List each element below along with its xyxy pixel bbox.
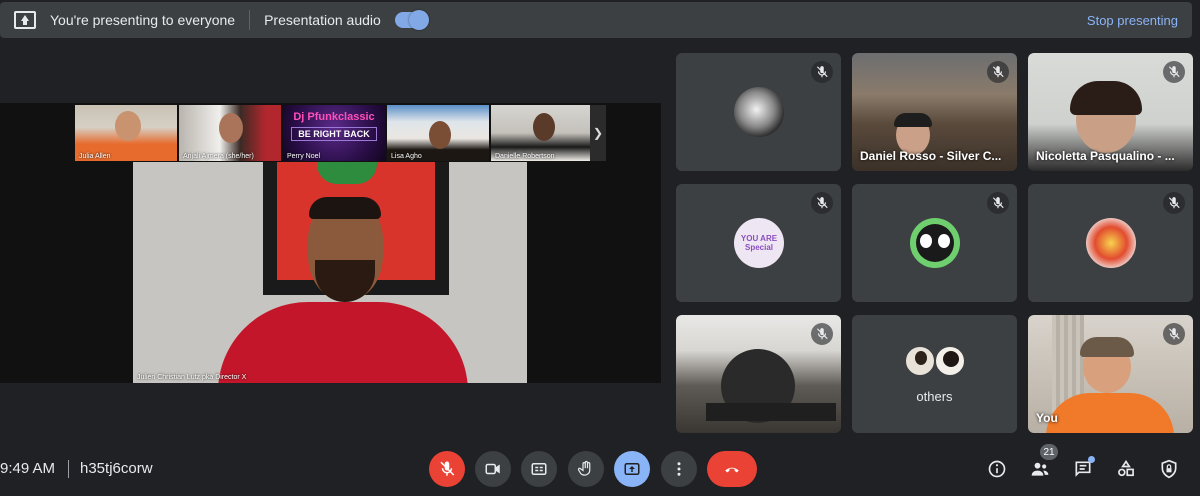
speaker-hair (309, 197, 381, 219)
presentation-audio-label: Presentation audio (264, 12, 381, 28)
participant-face (115, 111, 141, 141)
avatar-eye (920, 234, 932, 248)
raise-hand-icon (577, 460, 591, 476)
mic-off-icon (987, 61, 1009, 83)
main-speaker-video: Julien Christian Lutz pka Director X (133, 162, 527, 383)
participant-hair (1080, 337, 1134, 357)
more-options-button[interactable] (661, 451, 697, 487)
participant-avatar (734, 87, 784, 137)
bottom-divider (68, 460, 69, 478)
thumbnail-next-button[interactable]: ❯ (590, 105, 606, 161)
speaker-body (218, 302, 468, 383)
thumbnail-title: Dj Pfunkclassic (293, 111, 375, 123)
others-tile[interactable]: others (852, 315, 1017, 433)
participant-name: Nicoletta Pasqualino - ... (1036, 149, 1175, 163)
thumbnail-name: Perry Noel (287, 153, 321, 160)
participant-tile[interactable]: YOU ARE Special (676, 184, 841, 302)
shield-lock-icon (1161, 459, 1177, 479)
headphones (894, 113, 932, 127)
camera-toggle-button[interactable] (475, 451, 511, 487)
meeting-code: h35tj6corw (80, 460, 153, 477)
participant-hair (1070, 81, 1142, 115)
activities-button[interactable] (1114, 457, 1138, 481)
present-screen-icon (14, 11, 36, 29)
raise-hand-button[interactable] (568, 451, 604, 487)
presentation-thumbnail-strip: Julia Allen Anjali Ajmera (she/her) Dj P… (75, 105, 593, 161)
present-screen-icon (624, 463, 640, 475)
presentation-thumbnail: Lisa Agho (387, 105, 489, 161)
presentation-thumbnail: Danielle Robertson (491, 105, 593, 161)
bottom-control-bar: 9:49 AM h35tj6corw 21 (0, 440, 1200, 496)
meeting-details-button[interactable] (985, 457, 1009, 481)
mic-off-icon (811, 323, 833, 345)
mic-off-icon (811, 192, 833, 214)
artwork-green (317, 162, 377, 184)
participant-face (429, 121, 451, 149)
participant-avatar (904, 345, 936, 377)
main-speaker-name: Julien Christian Lutz pka Director X (137, 374, 247, 381)
avatar-text: YOU ARE Special (740, 234, 778, 252)
participant-avatar (934, 345, 966, 377)
participant-name: Daniel Rosso - Silver C... (860, 149, 1002, 163)
thumbnail-name: Anjali Ajmera (she/her) (183, 153, 254, 160)
shared-screen: Julia Allen Anjali Ajmera (she/her) Dj P… (0, 103, 661, 383)
stop-presenting-button[interactable]: Stop presenting (1087, 13, 1178, 28)
participant-tile[interactable]: Daniel Rosso - Silver C... (852, 53, 1017, 171)
host-controls-button[interactable] (1157, 457, 1181, 481)
thumbnail-name: Danielle Robertson (495, 153, 555, 160)
participant-face (533, 113, 555, 141)
avatar-head (943, 351, 959, 367)
mic-off-icon (811, 61, 833, 83)
mic-off-icon (1163, 61, 1185, 83)
avatar-head (915, 351, 927, 365)
captions-icon (531, 463, 547, 475)
participant-name: You (1036, 411, 1058, 425)
redaction-bar (706, 403, 836, 421)
thumbnail-subtitle: BE RIGHT BACK (291, 127, 377, 141)
leave-call-button[interactable] (707, 451, 757, 487)
chevron-right-icon: ❯ (592, 126, 604, 140)
presenting-banner: You're presenting to everyone Presentati… (0, 2, 1192, 38)
mic-off-icon (1163, 192, 1185, 214)
banner-divider (249, 10, 251, 30)
avatar-eye (938, 234, 950, 248)
captions-button[interactable] (521, 451, 557, 487)
hang-up-icon (725, 467, 739, 473)
presentation-audio-toggle[interactable] (394, 10, 429, 30)
participant-tile[interactable] (676, 53, 841, 171)
presentation-thumbnail: Julia Allen (75, 105, 177, 161)
camera-icon (485, 463, 500, 475)
participant-tile[interactable]: Nicoletta Pasqualino - ... (1028, 53, 1193, 171)
mic-off-icon (1163, 323, 1185, 345)
speaker-beard (315, 260, 375, 302)
participant-avatar (1086, 218, 1136, 268)
present-now-button[interactable] (614, 451, 650, 487)
others-label: others (916, 389, 953, 404)
participant-avatar (910, 218, 960, 268)
meet-window: You're presenting to everyone Presentati… (0, 0, 1200, 496)
presentation-thumbnail: Dj Pfunkclassic BE RIGHT BACK Perry Noel (283, 105, 385, 161)
people-icon (1031, 462, 1049, 476)
participant-avatar: YOU ARE Special (734, 218, 784, 268)
info-icon (988, 460, 1006, 478)
mic-off-icon (987, 192, 1009, 214)
presenting-status-text: You're presenting to everyone (50, 12, 236, 28)
participant-tile[interactable] (1028, 184, 1193, 302)
more-vert-icon (677, 462, 681, 476)
presentation-thumbnail: Anjali Ajmera (she/her) (179, 105, 281, 161)
activities-icon (1118, 459, 1134, 477)
toggle-knob (408, 10, 429, 30)
thumbnail-name: Lisa Agho (391, 153, 422, 160)
microphone-toggle-button[interactable] (429, 451, 465, 487)
people-button[interactable] (1028, 457, 1052, 481)
chat-notification-dot (1088, 456, 1095, 463)
meeting-clock: 9:49 AM (0, 460, 56, 477)
participant-tile[interactable] (852, 184, 1017, 302)
participant-face (219, 113, 243, 143)
mic-off-icon (440, 461, 455, 476)
thumbnail-name: Julia Allen (79, 153, 111, 160)
participant-tile[interactable] (676, 315, 841, 433)
self-tile[interactable]: You (1028, 315, 1193, 433)
